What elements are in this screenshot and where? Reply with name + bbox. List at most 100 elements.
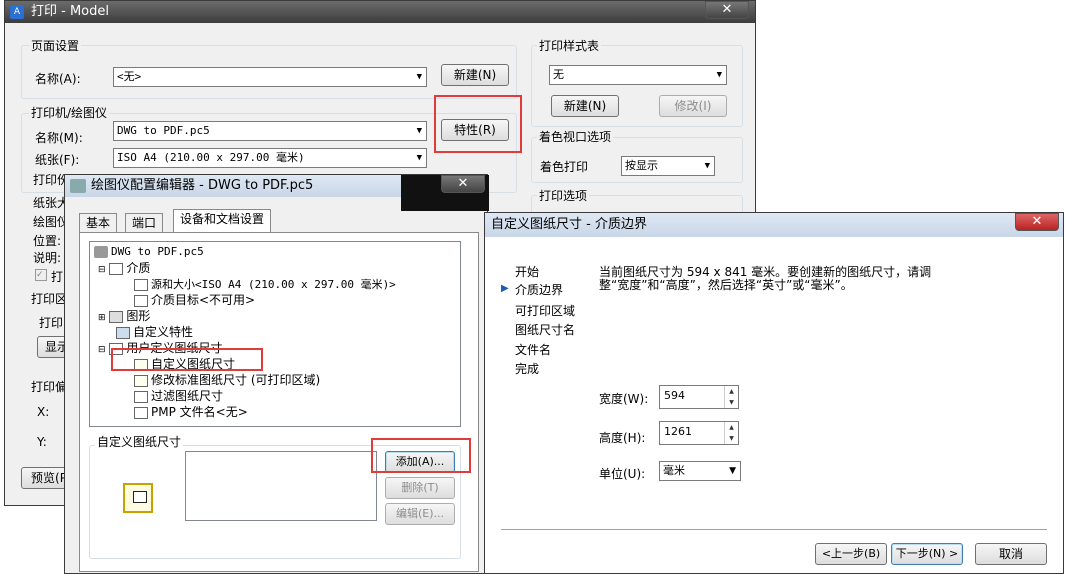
tree-node[interactable]: ⊟ 介质 [98, 260, 150, 276]
plotter-icon [70, 179, 86, 193]
style-table-new-button[interactable]: 新建(N) [551, 95, 619, 117]
width-value: 594 [664, 389, 685, 402]
cancel-button[interactable]: 取消 [975, 543, 1047, 565]
paper-label: 纸张(F): [35, 153, 80, 167]
spinner-arrows-icon[interactable]: ▲ ▼ [724, 386, 738, 408]
highlight-properties [434, 95, 522, 153]
printer-name-label: 名称(M): [35, 131, 83, 145]
destination-icon [134, 294, 148, 307]
wizard-step-file-name: 文件名 [515, 343, 552, 357]
printer-name-combo[interactable]: DWG to PDF.pc5 ▼ [113, 121, 427, 141]
custom-properties-icon [116, 326, 130, 339]
tree-node[interactable]: ⊞ 图形 [98, 308, 150, 324]
filter-icon [134, 390, 148, 403]
style-table-edit-button[interactable]: 修改(I) [659, 95, 727, 117]
wizard-step-start: 开始 [515, 265, 540, 279]
partial-label: 位置: [33, 234, 62, 248]
chevron-down-icon: ▼ [416, 153, 422, 163]
tree-node[interactable]: DWG to PDF.pc5 [94, 244, 204, 260]
page-setup-name-combo[interactable]: <无> ▼ [113, 67, 427, 87]
partial-label: 打 [51, 270, 64, 284]
shaded-label: 着色视口选项 [537, 128, 614, 145]
collapse-icon: ⊟ [98, 345, 106, 355]
chevron-down-icon: ▼ [704, 161, 710, 171]
tree-node[interactable]: 修改标准图纸尺寸 (可打印区域) [134, 372, 320, 388]
delete-button[interactable]: 删除(T) [385, 477, 455, 499]
plotter-editor-dialog: 绘图仪配置编辑器 - DWG to PDF.pc5 ✕ 基本 端口 设备和文档设… [64, 174, 489, 574]
wizard-title: 自定义图纸尺寸 - 介质边界 [491, 217, 647, 232]
chevron-down-icon: ▼ [416, 72, 422, 82]
offset-x-label: X: [37, 405, 50, 419]
wizard-step-printable-area: 可打印区域 [515, 304, 576, 318]
close-button[interactable]: ✕ [705, 1, 749, 19]
paper-value: ISO A4 (210.00 x 297.00 毫米) [117, 151, 305, 164]
app-icon: A [10, 5, 24, 19]
tab-port[interactable]: 端口 [125, 213, 164, 233]
close-button[interactable]: ✕ [1015, 213, 1059, 231]
close-icon: ✕ [457, 176, 469, 191]
tab-basic[interactable]: 基本 [79, 213, 118, 233]
offset-label: 打印偏 [29, 378, 70, 395]
current-step-arrow-icon: ▶ [501, 283, 509, 294]
plotter-editor-title: 绘图仪配置编辑器 - DWG to PDF.pc5 [91, 178, 314, 193]
wizard-titlebar: 自定义图纸尺寸 - 介质边界 [485, 213, 1063, 237]
tree-node[interactable]: 源和大小<ISO A4 (210.00 x 297.00 毫米)> [134, 276, 396, 292]
collapse-icon: ⊟ [98, 265, 106, 275]
close-icon: ✕ [1031, 214, 1043, 229]
page-setup-name-label: 名称(A): [35, 72, 81, 86]
next-button[interactable]: 下一步(N) > [891, 543, 963, 565]
page-setup-new-button[interactable]: 新建(N) [441, 64, 509, 86]
plotter-icon [94, 246, 108, 258]
spinner-arrows-icon[interactable]: ▲ ▼ [724, 422, 738, 444]
style-table-combo[interactable]: 无 ▼ [549, 65, 727, 85]
wizard-step-paper-name: 图纸尺寸名 [515, 323, 576, 337]
printer-label: 打印机/绘图仪 [29, 104, 110, 121]
paper-combo[interactable]: ISO A4 (210.00 x 297.00 毫米) ▼ [113, 148, 427, 168]
unit-combo[interactable]: 毫米 ▼ [659, 461, 741, 481]
tree-node[interactable]: 过滤图纸尺寸 [134, 388, 223, 404]
graphics-icon [109, 310, 124, 323]
offset-y-label: Y: [37, 435, 47, 449]
source-icon [134, 278, 148, 291]
tree-node[interactable]: PMP 文件名<无> [134, 404, 248, 420]
edit-button[interactable]: 编辑(E)... [385, 503, 455, 525]
shaded-plot-label: 着色打印 [540, 160, 589, 174]
close-button[interactable]: ✕ [441, 175, 485, 193]
unit-value: 毫米 [663, 464, 685, 477]
chevron-down-icon: ▼ [716, 70, 722, 80]
height-label: 高度(H): [599, 431, 646, 445]
tree-node[interactable]: 自定义特性 [116, 324, 193, 340]
page-setup-name-value: <无> [117, 70, 142, 83]
close-icon: ✕ [721, 2, 733, 17]
page-setup-label: 页面设置 [29, 37, 82, 54]
media-icon [109, 262, 124, 275]
tab-device-settings[interactable]: 设备和文档设置 [173, 209, 272, 233]
width-label: 宽度(W): [599, 392, 649, 406]
pmp-file-icon [134, 406, 148, 419]
shaded-plot-value: 按显示 [625, 159, 658, 172]
wizard-description-line2: 整“宽度”和“高度”，然后选择“英寸”或“毫米”。 [599, 278, 853, 292]
shaded-plot-combo[interactable]: 按显示 ▼ [621, 156, 715, 176]
width-spinner[interactable]: 594 ▲ ▼ [659, 385, 739, 409]
settings-tree[interactable]: DWG to PDF.pc5 ⊟ 介质 源和大小<ISO A4 (210.00 … [89, 241, 461, 427]
printer-name-value: DWG to PDF.pc5 [117, 124, 210, 137]
custom-paper-list[interactable] [185, 451, 377, 521]
custom-paper-wizard: 自定义图纸尺寸 - 介质边界 ✕ 开始 ▶ 介质边界 可打印区域 图纸尺寸名 文… [484, 212, 1064, 574]
height-spinner[interactable]: 1261 ▲ ▼ [659, 421, 739, 445]
height-value: 1261 [664, 425, 692, 438]
options-label: 打印选项 [537, 187, 590, 204]
plot-area-label: 打印区 [29, 290, 70, 307]
partial-label: 说明: [33, 251, 62, 265]
unit-label: 单位(U): [599, 467, 646, 481]
wizard-step-finish: 完成 [515, 362, 540, 376]
plot-dialog-titlebar: A 打印 - Model [5, 1, 755, 23]
custom-paper-group-label: 自定义图纸尺寸 [95, 433, 184, 450]
tree-node[interactable]: 介质目标<不可用> [134, 292, 255, 308]
plot-to-file-checkbox[interactable]: ✓ [35, 269, 47, 281]
wizard-divider [501, 529, 1047, 530]
style-table-label: 打印样式表 [537, 37, 602, 54]
highlight-add-button [371, 438, 471, 473]
back-button[interactable]: <上一步(B) [815, 543, 887, 565]
paper-size-icon [123, 483, 153, 513]
modify-paper-icon [134, 374, 148, 387]
